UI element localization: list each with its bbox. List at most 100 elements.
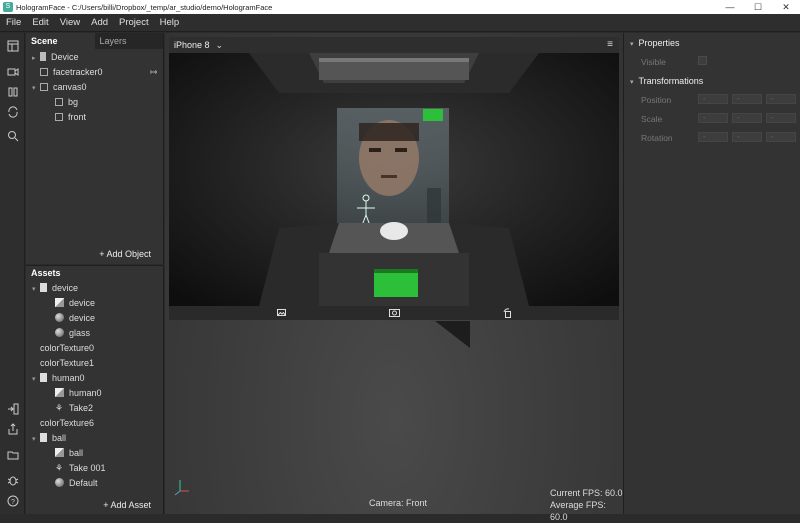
left-toolbar: ? [0,33,25,514]
asset-item[interactable]: ⚘ Take2 [47,401,93,416]
scene-tree-item-label: bg [68,97,79,107]
menu-bar: File Edit View Add Project Help [0,14,800,32]
menu-edit[interactable]: Edit [32,17,48,28]
app-icon: S [3,2,13,12]
title-bar: S HologramFace - C:/Users/billi/Dropbox/… [0,0,800,14]
asset-item[interactable]: ball [47,446,83,461]
scene-tree-item[interactable]: front [47,110,86,125]
position-x-field[interactable]: - [698,94,728,104]
asset-item[interactable]: colorTexture6 [32,416,94,431]
video-camera-icon[interactable] [6,66,19,79]
scale-label: Scale [641,114,663,124]
menu-view[interactable]: View [60,17,80,28]
asset-item[interactable]: device [47,311,95,326]
expand-arrow-icon[interactable]: ▾ [32,432,40,447]
properties-header[interactable]: ▾ Properties [630,38,680,48]
preview-toolbar [169,306,619,320]
rotation-x-field[interactable]: - [698,132,728,142]
rotation-z-field[interactable]: - [766,132,796,142]
menu-add[interactable]: Add [91,17,108,28]
transformations-header[interactable]: ▾ Transformations [630,76,703,86]
scale-x-field[interactable]: - [698,113,728,123]
help-icon[interactable]: ? [6,495,19,508]
add-object-button[interactable]: + Add Object [99,249,151,259]
device-icon [40,52,46,61]
visible-checkbox[interactable] [698,56,707,65]
position-z-field[interactable]: - [766,94,796,104]
add-asset-button[interactable]: + Add Asset [103,500,151,510]
expand-arrow-icon[interactable]: ▾ [32,372,40,387]
asset-item[interactable]: colorTexture0 [32,341,94,356]
camera-label: Camera: Front [369,498,428,508]
asset-item-label: device [69,313,96,323]
scene-tree-item[interactable]: ▾ canvas0 [32,80,87,95]
menu-help[interactable]: Help [160,17,180,28]
scale-z-field[interactable]: - [766,113,796,123]
asset-item-label: Take2 [69,403,94,413]
scene-tree-item[interactable]: facetracker0 [32,65,103,80]
camera-preview [169,53,619,306]
asset-item[interactable]: ▾ ball [32,431,66,446]
asset-item[interactable]: Default [47,476,98,491]
asset-item-label: Default [69,478,98,488]
average-fps: Average FPS: 60.0 [550,500,606,522]
facetracker-link-icon[interactable]: ↦ [150,67,158,78]
pause-icon[interactable] [6,86,19,99]
position-y-field[interactable]: - [732,94,762,104]
rotation-y-field[interactable]: - [732,132,762,142]
scene-tabs: Scene Layers [26,33,163,49]
properties-header-label: Properties [638,38,680,48]
viewport[interactable]: iPhone 8 ⌄ ≡ Camera: Front Current FPS: … [165,33,623,522]
rotation-label: Rotation [641,133,673,143]
chevron-down-icon: ▾ [630,41,634,48]
expand-arrow-icon[interactable]: ▾ [32,282,40,297]
upload-icon[interactable] [6,423,19,436]
rotate-device-icon[interactable] [503,308,512,320]
scale-y-field[interactable]: - [732,113,762,123]
menu-project[interactable]: Project [119,17,149,28]
asset-item[interactable]: colorTexture1 [32,356,94,371]
chevron-down-icon[interactable]: ⌄ [216,40,224,51]
field-value: - [737,94,740,103]
scene-tree-item-label: facetracker0 [53,67,103,77]
tab-scene[interactable]: Scene [26,33,95,49]
asset-item[interactable]: ▾ human0 [32,371,85,386]
field-value: - [703,113,706,122]
scene-tree-item[interactable]: ▸ Device [32,50,79,65]
maximize-button[interactable]: ☐ [744,2,772,13]
file-icon [40,283,47,292]
switch-camera-icon[interactable] [389,308,400,319]
mesh-icon [55,388,64,397]
expand-arrow-icon[interactable]: ▾ [32,81,40,96]
photo-icon[interactable] [277,308,286,319]
scene-tree-item[interactable]: bg [47,95,78,110]
menu-file[interactable]: File [6,17,21,28]
tab-layers[interactable]: Layers [94,33,163,49]
asset-item-label: device [52,283,79,293]
asset-item[interactable]: ⚘ Take 001 [47,461,106,476]
asset-item[interactable]: human0 [47,386,102,401]
animation-icon: ⚘ [55,463,64,473]
minimize-button[interactable]: — [716,2,744,12]
hamburger-menu-icon[interactable]: ≡ [607,39,613,50]
expand-arrow-icon[interactable]: ▸ [32,51,40,66]
refresh-icon[interactable] [6,106,19,119]
close-button[interactable]: ✕ [772,2,800,13]
facetracker-icon [40,68,48,76]
position-label: Position [641,95,672,105]
bug-icon[interactable] [6,474,19,487]
send-to-device-icon[interactable] [6,403,19,416]
asset-item-label: colorTexture0 [40,343,95,353]
asset-item[interactable]: glass [47,326,90,341]
field-value: - [771,113,774,122]
asset-item-label: glass [69,328,91,338]
zoom-icon[interactable] [6,130,19,143]
mesh-icon [55,298,64,307]
asset-item[interactable]: device [47,296,95,311]
file-icon [40,373,47,382]
layout-icon[interactable] [6,40,19,53]
folder-icon[interactable] [6,449,19,462]
device-select[interactable]: iPhone 8 [174,40,210,50]
asset-item-label: human0 [52,373,85,383]
asset-item[interactable]: ▾ device [32,281,78,296]
